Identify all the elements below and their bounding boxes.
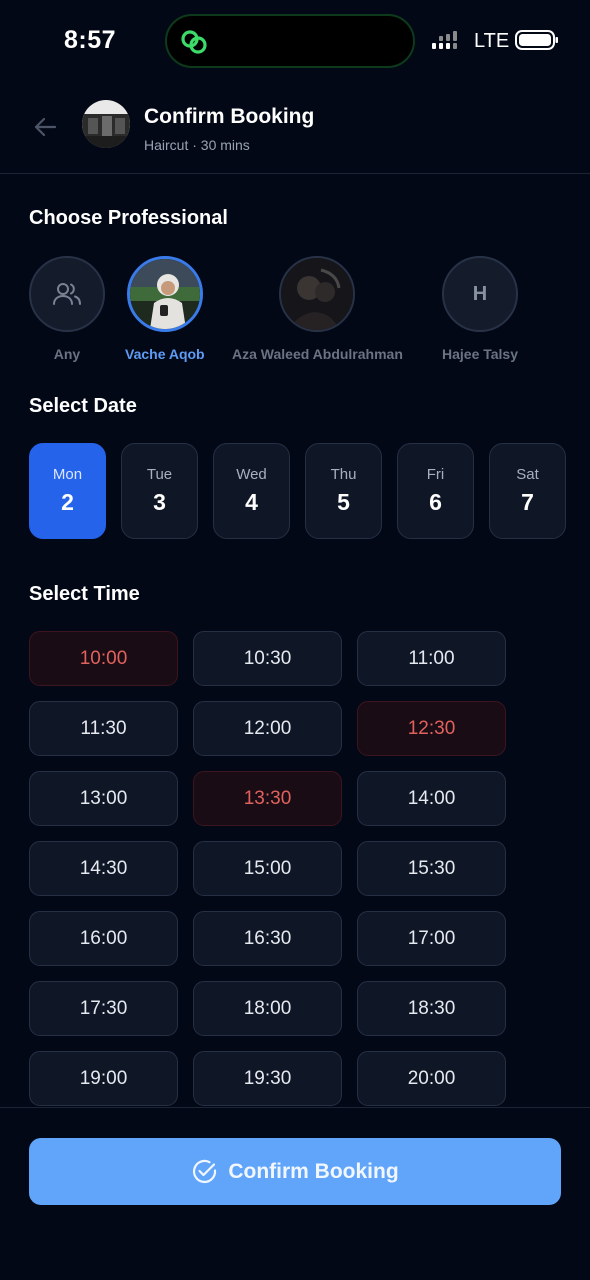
profile-photo xyxy=(129,259,200,329)
status-time: 8:57 xyxy=(64,26,117,54)
avatar-initial: H xyxy=(472,282,488,305)
date-selector: Mon 2 Tue 3 Wed 4 Thu 5 Fri 6 Sat 7 xyxy=(29,443,566,539)
date-number: 4 xyxy=(245,489,258,515)
professional-section-title: Choose Professional xyxy=(29,207,228,229)
time-slot[interactable]: 15:30 xyxy=(357,841,506,896)
date-day: Fri xyxy=(426,466,445,483)
any-avatar xyxy=(29,256,105,332)
date-day: Wed xyxy=(236,466,267,483)
confirm-booking-button[interactable]: Confirm Booking xyxy=(29,1138,561,1205)
time-slot[interactable]: 10:30 xyxy=(193,631,342,686)
check-circle-icon xyxy=(193,1159,217,1184)
date-card-thu[interactable]: Thu 5 xyxy=(305,443,382,539)
time-slot[interactable]: 14:30 xyxy=(29,841,178,896)
back-button[interactable] xyxy=(30,112,60,142)
time-section-title: Select Time xyxy=(29,583,140,605)
time-slot[interactable]: 11:30 xyxy=(29,701,178,756)
time-slot[interactable]: 17:00 xyxy=(357,911,506,966)
network-label: LTE xyxy=(474,30,510,52)
profile-photo xyxy=(281,258,354,330)
users-icon xyxy=(53,283,81,305)
date-number: 2 xyxy=(61,489,74,515)
date-number: 3 xyxy=(153,489,166,515)
professional-any[interactable]: Any xyxy=(29,256,105,362)
time-slot-grid: 10:00 10:30 11:00 11:30 12:00 12:30 13:0… xyxy=(29,631,506,1106)
dynamic-island xyxy=(165,14,415,68)
time-slot[interactable]: 19:00 xyxy=(29,1051,178,1106)
arrow-left-icon xyxy=(34,117,57,137)
date-day: Tue xyxy=(146,466,173,483)
status-bar: 8:57 LTE xyxy=(0,0,590,80)
time-slot[interactable]: 15:00 xyxy=(193,841,342,896)
professional-aza-waleed[interactable]: Aza Waleed Abdulrahman xyxy=(232,256,403,362)
battery-icon xyxy=(515,30,558,50)
date-day: Mon xyxy=(52,466,83,483)
footer: Confirm Booking xyxy=(0,1107,590,1280)
link-icon xyxy=(181,30,207,54)
shop-avatar xyxy=(82,100,130,148)
date-number: 5 xyxy=(337,489,350,515)
shop-photo xyxy=(82,100,130,148)
professional-vache-aqob[interactable]: Vache Aqob xyxy=(125,256,205,362)
time-slot[interactable]: 13:30 xyxy=(193,771,342,826)
time-slot[interactable]: 12:30 xyxy=(357,701,506,756)
date-day: Sat xyxy=(516,466,539,483)
professional-hajee-talsy[interactable]: H Hajee Talsy xyxy=(442,256,518,362)
time-slot[interactable]: 19:30 xyxy=(193,1051,342,1106)
date-card-fri[interactable]: Fri 6 xyxy=(397,443,474,539)
confirm-button-label: Confirm Booking xyxy=(228,1159,399,1183)
time-slot[interactable]: 16:30 xyxy=(193,911,342,966)
booking-screen: 8:57 LTE Confirm Booking Haircut · 30 mi… xyxy=(0,0,590,1280)
professional-name: Vache Aqob xyxy=(125,346,205,362)
time-slot[interactable]: 18:00 xyxy=(193,981,342,1036)
time-slot[interactable]: 20:00 xyxy=(357,1051,506,1106)
page-title: Confirm Booking xyxy=(144,105,315,128)
time-slot[interactable]: 10:00 xyxy=(29,631,178,686)
date-card-sat[interactable]: Sat 7 xyxy=(489,443,566,539)
time-slot[interactable]: 14:00 xyxy=(357,771,506,826)
date-number: 7 xyxy=(521,489,534,515)
aza-avatar xyxy=(279,256,356,332)
header: Confirm Booking Haircut · 30 mins xyxy=(0,80,590,174)
date-section-title: Select Date xyxy=(29,395,137,417)
date-card-tue[interactable]: Tue 3 xyxy=(121,443,198,539)
vache-avatar xyxy=(126,256,203,332)
date-card-mon[interactable]: Mon 2 xyxy=(29,443,106,539)
date-card-wed[interactable]: Wed 4 xyxy=(213,443,290,539)
time-slot[interactable]: 16:00 xyxy=(29,911,178,966)
hajee-avatar: H xyxy=(442,256,518,332)
date-number: 6 xyxy=(429,489,442,515)
time-slot[interactable]: 18:30 xyxy=(357,981,506,1036)
page-subtitle: Haircut · 30 mins xyxy=(144,137,250,153)
time-slot[interactable]: 11:00 xyxy=(357,631,506,686)
time-slot[interactable]: 13:00 xyxy=(29,771,178,826)
time-slot[interactable]: 17:30 xyxy=(29,981,178,1036)
signal-icon xyxy=(432,31,457,49)
date-day: Thu xyxy=(330,466,357,483)
time-slot[interactable]: 12:00 xyxy=(193,701,342,756)
professional-name: Aza Waleed Abdulrahman xyxy=(232,346,403,362)
professional-name: Any xyxy=(53,346,81,362)
professional-name: Hajee Talsy xyxy=(442,346,519,362)
